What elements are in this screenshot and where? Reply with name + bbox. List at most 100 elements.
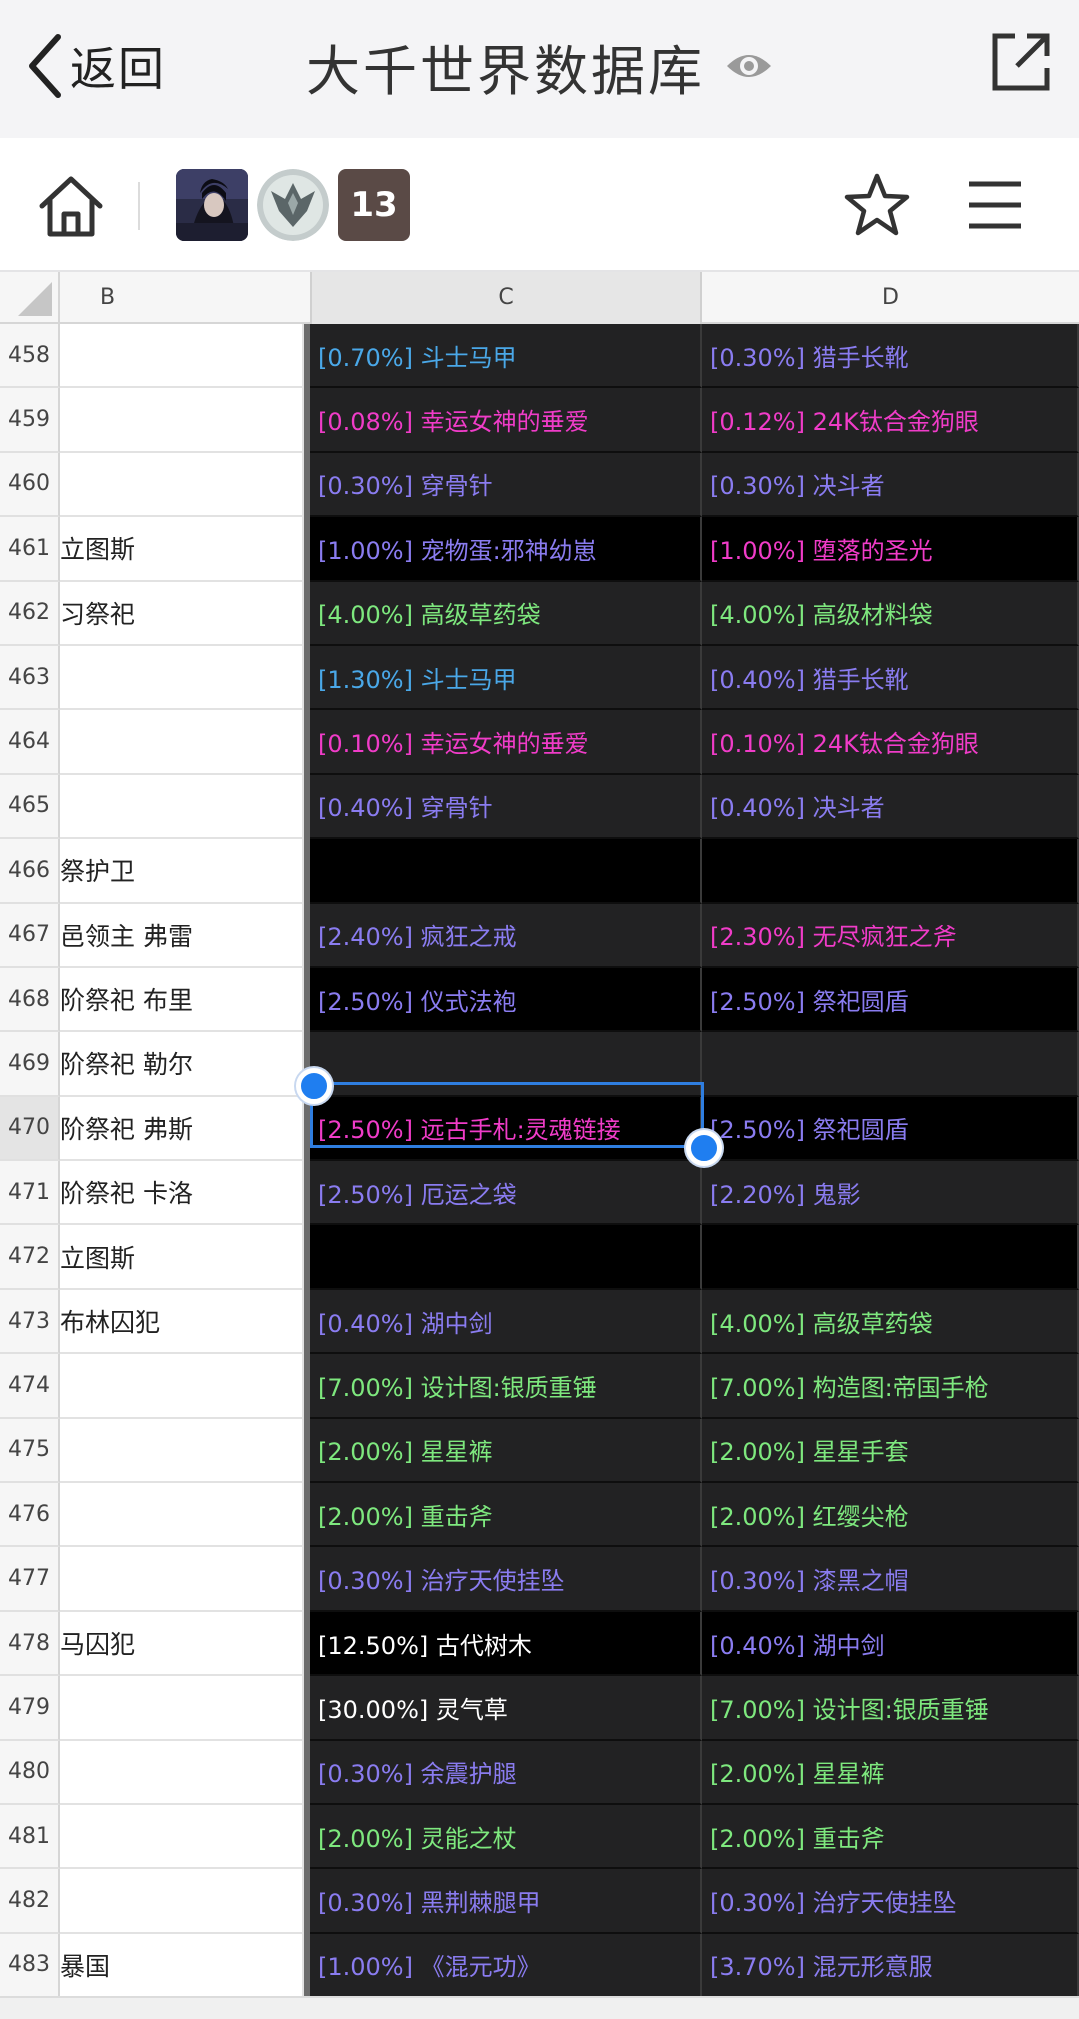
cell-c[interactable]: [0.30%] 余震护腿 [310,1740,702,1805]
cell-c[interactable]: [0.40%] 湖中剑 [310,1289,702,1355]
row-number[interactable]: 478 [0,1611,60,1677]
cell-d[interactable] [702,839,1079,904]
row-number[interactable]: 476 [0,1483,60,1548]
cell-b[interactable]: 邑领主 弗雷 [60,903,304,968]
cell-b[interactable]: 布林囚犯 [60,1289,304,1355]
cell-b[interactable]: 马囚犯 [60,1611,304,1677]
cell-c[interactable] [310,1225,702,1290]
cell-c[interactable]: [1.00%] 宠物蛋:邪神幼崽 [310,517,702,582]
selection-handle-end[interactable] [686,1130,722,1166]
row-number[interactable]: 459 [0,388,60,453]
cell-c[interactable] [310,839,702,904]
cell-d[interactable]: [7.00%] 设计图:银质重锤 [702,1676,1079,1741]
row-number[interactable]: 460 [0,452,60,518]
cell-b[interactable] [60,710,304,775]
cell-b[interactable] [60,1804,304,1870]
cell-b[interactable]: 立图斯 [60,517,304,582]
row-number[interactable]: 481 [0,1804,60,1870]
cell-d[interactable]: [2.20%] 鬼影 [702,1161,1079,1226]
cell-b[interactable]: 阶祭祀 勒尔 [60,1032,304,1097]
star-icon[interactable] [843,172,911,238]
row-number[interactable]: 461 [0,517,60,582]
row-number[interactable]: 471 [0,1161,60,1226]
cell-d[interactable]: [7.00%] 构造图:帝国手枪 [702,1354,1079,1419]
row-number[interactable]: 470 [0,1096,60,1162]
cell-d[interactable]: [0.30%] 决斗者 [702,452,1079,518]
eye-icon[interactable] [725,48,773,84]
cell-d[interactable]: [0.40%] 决斗者 [702,774,1079,840]
cell-c[interactable]: [1.30%] 斗士马甲 [310,645,702,711]
cell-b[interactable]: 阶祭祀 弗斯 [60,1096,304,1162]
row-number[interactable]: 464 [0,710,60,775]
cell-d[interactable]: [1.00%] 堕落的圣光 [702,517,1079,582]
cell-c[interactable]: [4.00%] 高级草药袋 [310,581,702,646]
sheet-tab-bar[interactable] [0,1996,1079,2019]
column-header-d[interactable]: D [702,272,1079,324]
cell-c[interactable] [310,1032,702,1097]
cell-b[interactable] [60,1483,304,1548]
cell-b[interactable]: 阶祭祀 布里 [60,967,304,1033]
row-number[interactable]: 466 [0,839,60,904]
cell-d[interactable]: [2.00%] 重击斧 [702,1804,1079,1870]
cell-b[interactable] [60,1547,304,1612]
cell-b[interactable] [60,645,304,711]
cell-d[interactable] [702,1225,1079,1290]
cell-d[interactable]: [2.30%] 无尽疯狂之斧 [702,903,1079,968]
row-number[interactable]: 467 [0,903,60,968]
cell-c[interactable]: [12.50%] 古代树木 [310,1611,702,1677]
row-number[interactable]: 458 [0,324,60,389]
row-number[interactable]: 475 [0,1418,60,1484]
cell-d[interactable]: [2.00%] 红缨尖枪 [702,1483,1079,1548]
spreadsheet-grid[interactable]: B C D 458 [0.70%] 斗士马甲 [0.30%] 猎手长靴 459 [0.0… [0,272,1079,1996]
cell-d[interactable]: [0.40%] 猎手长靴 [702,645,1079,711]
cell-d[interactable] [702,1032,1079,1097]
cell-c[interactable]: [2.00%] 重击斧 [310,1483,702,1548]
cell-b[interactable] [60,1676,304,1741]
cell-c[interactable]: [2.00%] 星星裤 [310,1418,702,1484]
cell-b[interactable]: 暴国 [60,1933,304,1996]
row-number[interactable]: 462 [0,581,60,646]
cell-c[interactable]: [30.00%] 灵气草 [310,1676,702,1741]
cell-c[interactable]: [2.50%] 远古手札:灵魂链接 [310,1096,702,1162]
cell-b[interactable] [60,1740,304,1805]
cell-b[interactable] [60,388,304,453]
row-number[interactable]: 483 [0,1933,60,1996]
cell-d[interactable]: [0.30%] 漆黑之帽 [702,1547,1079,1612]
cell-d[interactable]: [4.00%] 高级草药袋 [702,1289,1079,1355]
cell-d[interactable]: [0.10%] 24K钛合金狗眼 [702,710,1079,775]
selection-handle-start[interactable] [296,1068,332,1104]
cell-d[interactable]: [2.50%] 祭祀圆盾 [702,1096,1079,1162]
cell-b[interactable] [60,774,304,840]
cell-c[interactable]: [2.40%] 疯狂之戒 [310,903,702,968]
row-number[interactable]: 469 [0,1032,60,1097]
menu-icon[interactable] [967,178,1023,232]
cell-c[interactable]: [0.08%] 幸运女神的垂爱 [310,388,702,453]
cell-b[interactable]: 祭护卫 [60,839,304,904]
cell-c[interactable]: [2.50%] 厄运之袋 [310,1161,702,1226]
cell-c[interactable]: [0.40%] 穿骨针 [310,774,702,840]
home-icon[interactable] [38,174,104,238]
cell-d[interactable]: [0.12%] 24K钛合金狗眼 [702,388,1079,453]
cell-b[interactable] [60,324,304,389]
avatar[interactable] [176,169,248,241]
cell-d[interactable]: [0.40%] 湖中剑 [702,1611,1079,1677]
row-number[interactable]: 477 [0,1547,60,1612]
cell-c[interactable]: [1.00%] 《混元功》 [310,1933,702,1996]
cell-d[interactable]: [2.00%] 星星手套 [702,1418,1079,1484]
cell-d[interactable]: [3.70%] 混元形意服 [702,1933,1079,1996]
cell-d[interactable]: [4.00%] 高级材料袋 [702,581,1079,646]
cell-d[interactable]: [0.30%] 治疗天使挂坠 [702,1869,1079,1934]
cell-c[interactable]: [0.30%] 治疗天使挂坠 [310,1547,702,1612]
row-number[interactable]: 465 [0,774,60,840]
cell-b[interactable]: 立图斯 [60,1225,304,1290]
cell-d[interactable]: [2.00%] 星星裤 [702,1740,1079,1805]
row-number[interactable]: 482 [0,1869,60,1934]
cell-b[interactable]: 阶祭祀 卡洛 [60,1161,304,1226]
share-icon[interactable] [989,30,1053,94]
cell-b[interactable] [60,1869,304,1934]
row-number[interactable]: 463 [0,645,60,711]
avatar[interactable] [257,169,329,241]
column-header-b[interactable]: B [60,272,304,324]
cell-c[interactable]: [7.00%] 设计图:银质重锤 [310,1354,702,1419]
cell-c[interactable]: [0.30%] 穿骨针 [310,452,702,518]
